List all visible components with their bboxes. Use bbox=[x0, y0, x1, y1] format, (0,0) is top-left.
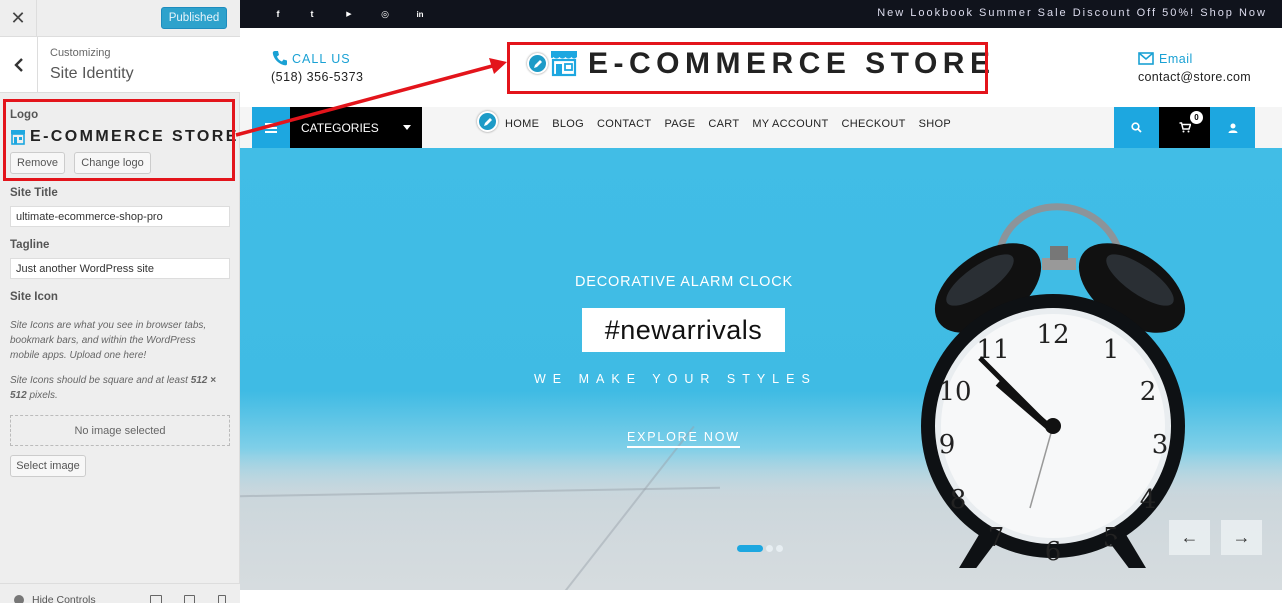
close-customizer-button[interactable]: ✕ bbox=[0, 0, 37, 37]
select-image-button[interactable]: Select image bbox=[10, 455, 86, 477]
header-logo-highlight-box bbox=[507, 42, 988, 94]
hero-slogan: WE MAKE YOUR STYLES bbox=[534, 372, 817, 386]
menu-toggle-button[interactable] bbox=[252, 107, 290, 148]
categories-label: CATEGORIES bbox=[301, 120, 379, 135]
promo-text[interactable]: New Lookbook Summer Sale Discount Off 50… bbox=[877, 7, 1267, 19]
desktop-preview-icon[interactable] bbox=[150, 595, 162, 603]
phone-icon bbox=[272, 51, 287, 66]
hamburger-icon bbox=[265, 122, 277, 133]
size-note-suffix: pixels. bbox=[26, 390, 58, 401]
svg-text:9: 9 bbox=[939, 430, 956, 460]
linkedin-icon[interactable]: in bbox=[414, 8, 426, 20]
site-icon-size-note: Site Icons should be square and at least… bbox=[10, 373, 225, 403]
cart-count-badge: 0 bbox=[1190, 111, 1203, 124]
slider-dot-3[interactable] bbox=[776, 545, 783, 552]
section-title: Site Identity bbox=[50, 65, 134, 82]
search-icon bbox=[1131, 122, 1142, 133]
size-note-text: Site Icons should be square and at least bbox=[10, 375, 191, 386]
facebook-icon[interactable]: f bbox=[272, 8, 284, 20]
svg-text:6: 6 bbox=[1045, 537, 1062, 567]
nav-item-checkout[interactable]: CHECKOUT bbox=[841, 118, 905, 130]
svg-text:8: 8 bbox=[950, 485, 967, 515]
next-slide-button[interactable]: → bbox=[1221, 520, 1262, 555]
nav-item-shop[interactable]: SHOP bbox=[919, 118, 951, 130]
user-icon bbox=[1228, 123, 1237, 133]
account-button[interactable] bbox=[1210, 107, 1255, 148]
hero-slider: 12 1 2 345 678 9 10 11 DECORATIVE ALARM CLOC… bbox=[240, 148, 1282, 590]
hero-tag-box: #newarrivals bbox=[582, 308, 785, 352]
prev-slide-button[interactable]: ← bbox=[1169, 520, 1210, 555]
mobile-preview-icon[interactable] bbox=[218, 595, 226, 603]
customizer-header-bar: ✕ Published bbox=[0, 0, 240, 37]
phone-number[interactable]: (518) 356-5373 bbox=[271, 70, 363, 84]
svg-text:1: 1 bbox=[1103, 335, 1120, 365]
cart-icon bbox=[1179, 122, 1191, 133]
customizer-sidebar: ✕ Published Customizing Site Identity Lo… bbox=[0, 0, 240, 603]
alarm-clock-image: 12 12 345 678 91011 bbox=[921, 203, 1186, 568]
section-header: Customizing Site Identity bbox=[0, 37, 240, 93]
categories-dropdown[interactable]: CATEGORIES bbox=[290, 107, 422, 148]
collapse-icon bbox=[14, 595, 24, 603]
chevron-left-icon bbox=[13, 58, 23, 72]
site-preview: f t ▶ ◎ in New Lookbook Summer Sale Disc… bbox=[240, 0, 1282, 603]
slider-dot-1[interactable] bbox=[737, 545, 763, 552]
nav-item-home[interactable]: HOME bbox=[505, 118, 539, 130]
svg-text:10: 10 bbox=[938, 377, 971, 407]
breadcrumb: Customizing bbox=[50, 47, 111, 59]
tablet-preview-icon[interactable] bbox=[184, 595, 195, 603]
site-title-label: Site Title bbox=[10, 187, 58, 199]
publish-button[interactable]: Published bbox=[161, 7, 227, 29]
logo-highlight-box bbox=[3, 99, 235, 181]
nav-item-blog[interactable]: BLOG bbox=[552, 118, 584, 130]
svg-text:2: 2 bbox=[1140, 377, 1157, 407]
tagline-label: Tagline bbox=[10, 239, 50, 251]
site-icon-description: Site Icons are what you see in browser t… bbox=[10, 320, 207, 361]
tagline-input[interactable]: Just another WordPress site bbox=[10, 258, 230, 279]
back-button[interactable] bbox=[0, 37, 38, 93]
email-address[interactable]: contact@store.com bbox=[1138, 70, 1251, 84]
no-image-placeholder[interactable]: No image selected bbox=[10, 415, 230, 446]
customizer-footer: Hide Controls bbox=[0, 583, 240, 603]
hide-controls-label: Hide Controls bbox=[32, 594, 96, 603]
nav-menu: HOME BLOG CONTACT PAGE CART MY ACCOUNT C… bbox=[505, 118, 964, 130]
svg-text:12: 12 bbox=[1036, 320, 1069, 350]
nav-item-cart[interactable]: CART bbox=[708, 118, 739, 130]
nav-item-my-account[interactable]: MY ACCOUNT bbox=[752, 118, 828, 130]
email-label: Email bbox=[1159, 52, 1193, 66]
youtube-icon[interactable]: ▶ bbox=[343, 8, 355, 20]
explore-now-button[interactable]: EXPLORE NOW bbox=[627, 430, 740, 448]
search-button[interactable] bbox=[1114, 107, 1159, 148]
svg-text:3: 3 bbox=[1152, 430, 1169, 460]
twitter-icon[interactable]: t bbox=[306, 8, 318, 20]
nav-item-contact[interactable]: CONTACT bbox=[597, 118, 651, 130]
site-icon-label: Site Icon bbox=[10, 291, 58, 303]
hero-subtitle: DECORATIVE ALARM CLOCK bbox=[575, 274, 793, 290]
pencil-icon bbox=[483, 117, 492, 126]
site-title-input[interactable]: ultimate-ecommerce-shop-pro bbox=[10, 206, 230, 227]
email-icon bbox=[1138, 52, 1154, 65]
slider-dots bbox=[737, 545, 783, 552]
nav-item-page[interactable]: PAGE bbox=[664, 118, 695, 130]
top-bar: f t ▶ ◎ in New Lookbook Summer Sale Disc… bbox=[240, 0, 1282, 28]
edit-menu-shortcut[interactable] bbox=[477, 111, 498, 132]
caret-down-icon bbox=[403, 125, 411, 130]
instagram-icon[interactable]: ◎ bbox=[379, 8, 391, 20]
hero-tag: #newarrivals bbox=[604, 314, 763, 345]
cart-button[interactable] bbox=[1159, 107, 1210, 148]
svg-text:4: 4 bbox=[1140, 485, 1157, 515]
slider-dot-2[interactable] bbox=[766, 545, 773, 552]
call-us-label: CALL US bbox=[292, 52, 351, 66]
hide-controls-button[interactable]: Hide Controls bbox=[14, 594, 96, 603]
